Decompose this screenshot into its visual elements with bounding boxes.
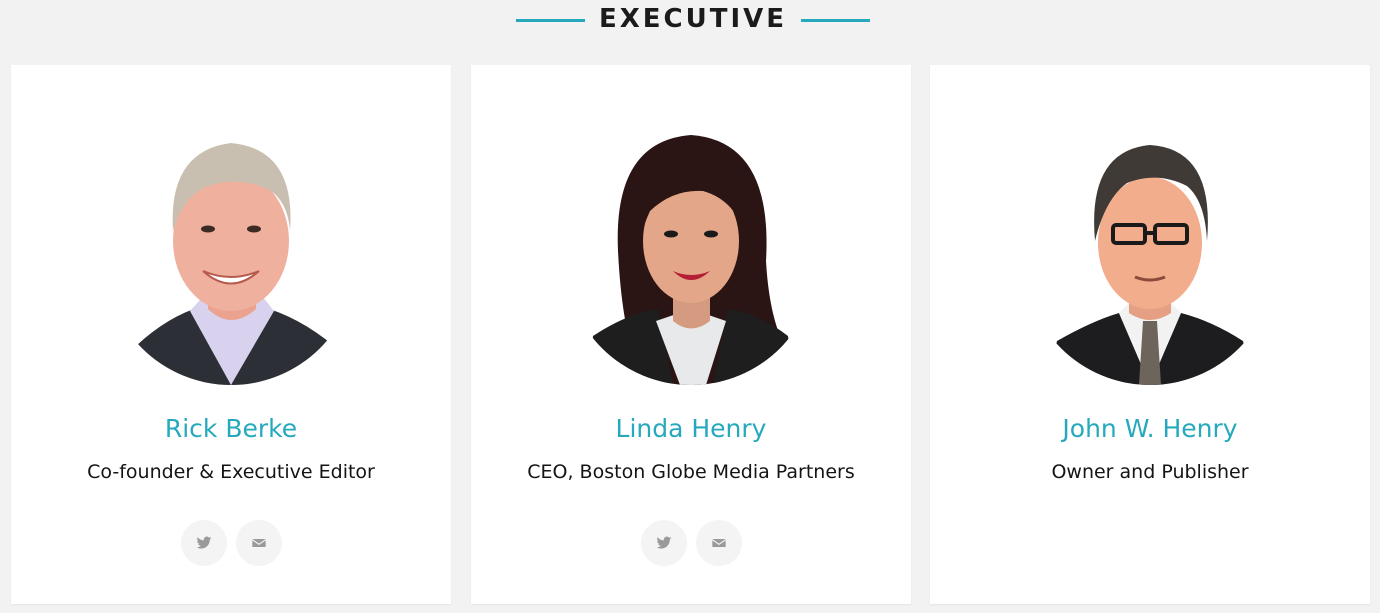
- person-card-rick-berke: Rick Berke Co-founder & Executive Editor: [11, 65, 451, 604]
- section-title: EXECUTIVE: [598, 4, 788, 34]
- twitter-icon: [196, 536, 212, 549]
- person-card-john-w-henry: John W. Henry Owner and Publisher: [930, 65, 1370, 604]
- person-role: CEO, Boston Globe Media Partners: [527, 461, 855, 483]
- header-divider-left: [516, 19, 585, 22]
- person-name: Linda Henry: [615, 414, 767, 443]
- twitter-button[interactable]: [181, 520, 227, 566]
- person-name: John W. Henry: [1062, 414, 1238, 443]
- twitter-icon: [656, 536, 672, 549]
- person-role: Co-founder & Executive Editor: [87, 461, 375, 483]
- twitter-button[interactable]: [641, 520, 687, 566]
- social-links: [471, 520, 911, 566]
- person-card-linda-henry: Linda Henry CEO, Boston Globe Media Part…: [471, 65, 911, 604]
- portrait-linda-henry: [588, 131, 794, 385]
- portrait-john-w-henry: [1047, 131, 1253, 385]
- social-links: [11, 520, 451, 566]
- email-icon: [712, 539, 726, 547]
- portrait-rick-berke: [128, 131, 334, 385]
- section-header: EXECUTIVE: [0, 0, 1380, 44]
- email-button[interactable]: [696, 520, 742, 566]
- header-divider-right: [801, 19, 870, 22]
- email-button[interactable]: [236, 520, 282, 566]
- email-icon: [252, 539, 266, 547]
- person-role: Owner and Publisher: [1051, 461, 1249, 483]
- person-name: Rick Berke: [164, 414, 298, 443]
